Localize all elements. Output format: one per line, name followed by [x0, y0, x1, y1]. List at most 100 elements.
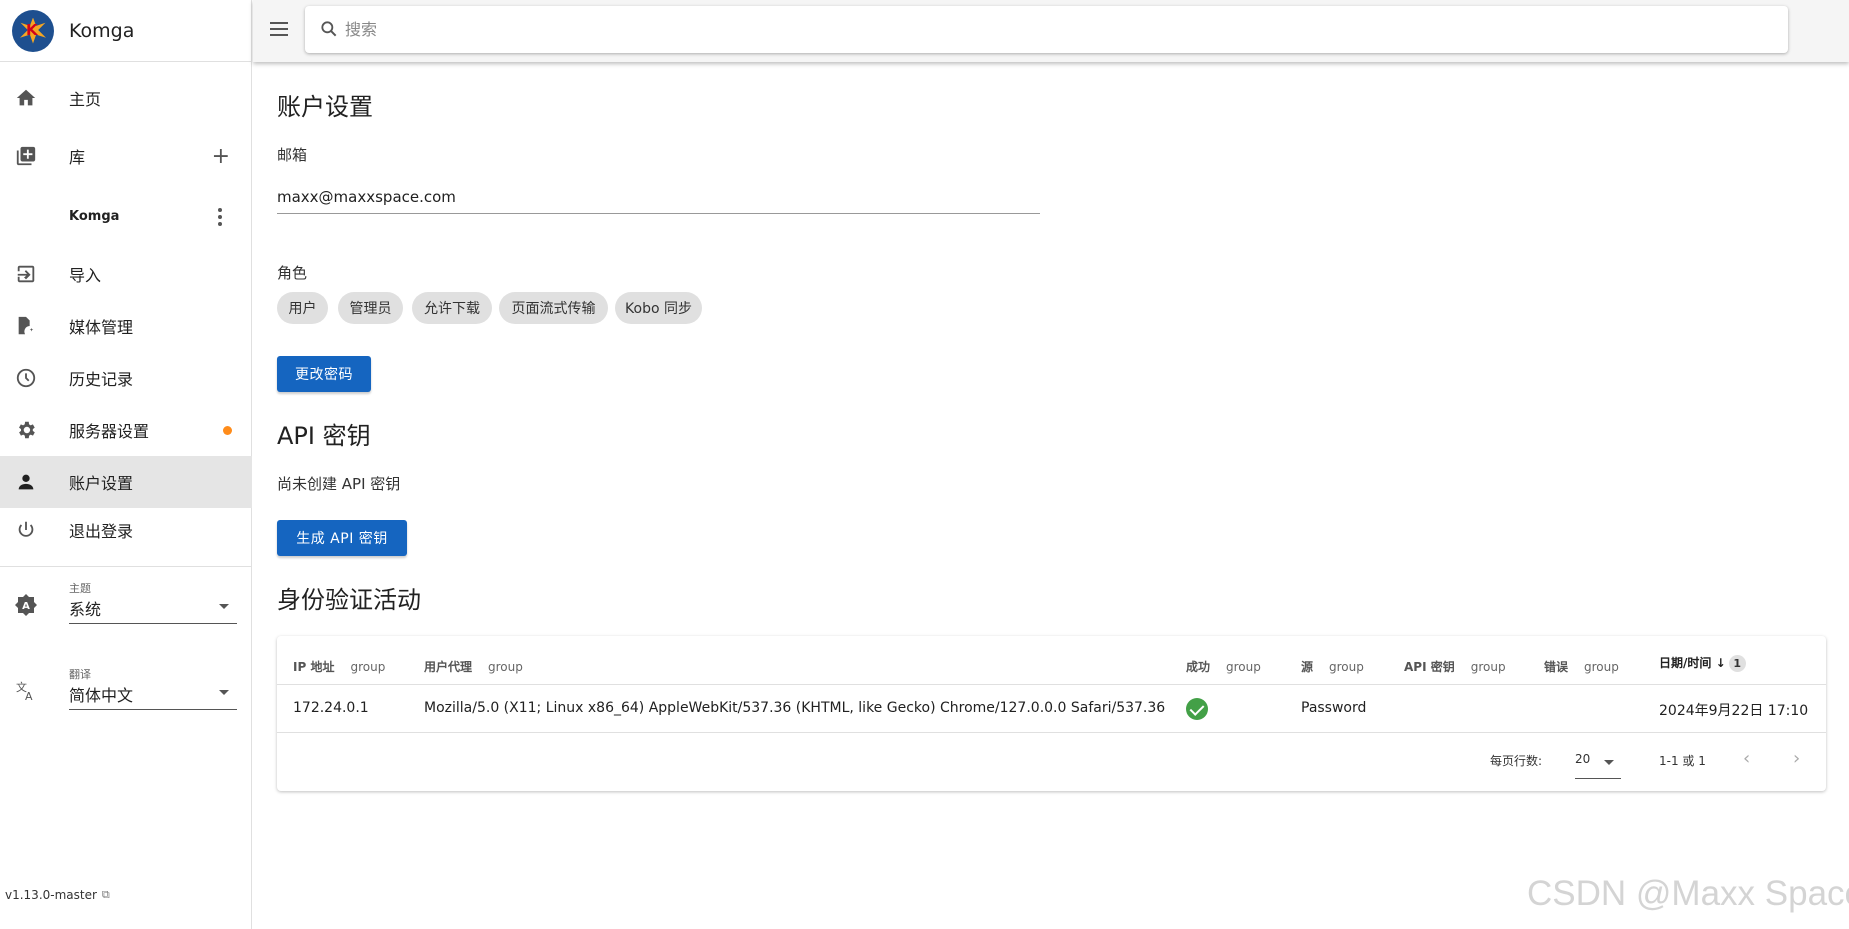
app-name: Komga [69, 19, 135, 42]
language-caption: 翻译 [69, 668, 91, 681]
cell-user-agent: Mozilla/5.0 (X11; Linux x86_64) AppleWeb… [424, 700, 1166, 716]
auth-activity-title: 身份验证活动 [277, 586, 421, 614]
version-link[interactable]: v1.13.0-master ⧉ [5, 888, 110, 902]
cell-ip: 172.24.0.1 [293, 700, 369, 716]
history-icon [13, 365, 39, 391]
sidebar-item-label: 退出登录 [69, 522, 134, 541]
theme-icon: A [13, 592, 39, 618]
app-bar [253, 0, 1849, 62]
sidebar-item-media-management[interactable]: 媒体管理 [0, 300, 252, 352]
theme-select[interactable]: A 主题 系统 [0, 580, 252, 630]
sidebar-item-label: 媒体管理 [69, 318, 134, 337]
language-value: 简体中文 [69, 686, 134, 705]
cell-datetime: 2024年9月22日 17:10 [1659, 703, 1809, 719]
group-by-link[interactable]: group [350, 660, 385, 674]
sort-order-badge: 1 [1728, 655, 1746, 672]
svg-text:A: A [25, 690, 33, 703]
language-select[interactable]: 文A 翻译 简体中文 [0, 666, 252, 716]
search-input[interactable] [345, 14, 1745, 44]
theme-caption: 主题 [69, 582, 91, 595]
search-box[interactable] [305, 6, 1788, 53]
pagination-range: 1-1 或 1 [1659, 754, 1706, 768]
version-label: v1.13.0-master [5, 888, 97, 902]
media-management-icon [13, 313, 39, 339]
select-underline [69, 709, 237, 710]
column-header-error[interactable]: 错误 group [1544, 658, 1619, 675]
column-header-api-key[interactable]: API 密钥 group [1404, 658, 1506, 675]
watermark: CSDN @Maxx Space [1527, 874, 1849, 913]
library-icon [13, 143, 39, 169]
column-header-success[interactable]: 成功 group [1186, 658, 1261, 675]
sort-arrow-icon: ↓ [1715, 656, 1726, 670]
sidebar-item-library-komga[interactable]: Komga [0, 196, 252, 236]
notification-dot [223, 425, 232, 435]
role-chip: 管理员 [338, 292, 403, 324]
chevron-down-icon [219, 604, 229, 609]
sidebar-item-label: 历史记录 [69, 370, 134, 389]
rows-per-page-label: 每页行数: [1490, 754, 1543, 768]
power-icon [13, 517, 39, 543]
theme-value: 系统 [69, 600, 102, 619]
api-keys-title: API 密钥 [277, 422, 371, 450]
translate-icon: 文A [13, 678, 39, 704]
svg-text:A: A [22, 601, 30, 612]
email-underline [277, 213, 1040, 214]
library-menu-icon[interactable] [218, 208, 222, 229]
api-keys-empty-text: 尚未创建 API 密钥 [277, 475, 401, 493]
select-underline [69, 623, 237, 624]
sidebar-item-import[interactable]: 导入 [0, 248, 252, 300]
gear-icon [13, 417, 39, 443]
next-page-button[interactable]: › [1793, 748, 1800, 769]
roles-label: 角色 [277, 264, 308, 282]
chevron-down-icon [219, 690, 229, 695]
komga-logo-icon: K [12, 9, 54, 52]
column-header-user-agent[interactable]: 用户代理 group [424, 658, 523, 675]
column-header-source[interactable]: 源 group [1301, 658, 1364, 675]
divider [277, 732, 1826, 733]
sidebar-item-server-settings[interactable]: 服务器设置 [0, 404, 252, 456]
sidebar-item-label: 主页 [69, 90, 102, 109]
external-link-icon: ⧉ [101, 888, 110, 901]
sidebar-item-label: 库 [69, 148, 86, 167]
group-by-link[interactable]: group [1584, 660, 1619, 674]
group-by-link[interactable]: group [488, 660, 523, 674]
sidebar-item-label: 导入 [69, 266, 102, 285]
group-by-link[interactable]: group [1471, 660, 1506, 674]
navigation-drawer: K Komga 主页 库 + Komga 导入 媒体管理 历史记录 服务器设置 … [0, 0, 252, 929]
sidebar-item-account-settings[interactable]: 账户设置 [0, 456, 252, 508]
cell-source: Password [1301, 700, 1367, 716]
group-by-link[interactable]: group [1329, 660, 1364, 674]
divider [0, 566, 252, 567]
sidebar-item-logout[interactable]: 退出登录 [0, 504, 252, 556]
chevron-down-icon [1604, 760, 1614, 765]
sidebar-item-history[interactable]: 历史记录 [0, 352, 252, 404]
role-chip: 允许下载 [412, 292, 492, 324]
search-icon [321, 21, 337, 37]
sidebar-item-library[interactable]: 库 + [0, 130, 252, 182]
divider [277, 684, 1826, 685]
change-password-button[interactable]: 更改密码 [277, 356, 371, 392]
role-chip: Kobo 同步 [615, 292, 702, 324]
add-library-button[interactable]: + [212, 144, 230, 169]
hamburger-menu-icon[interactable] [270, 22, 288, 40]
generate-api-key-button[interactable]: 生成 API 密钥 [277, 520, 407, 556]
import-icon [13, 261, 39, 287]
role-chip: 页面流式传输 [499, 292, 608, 324]
auth-activity-table: IP 地址 group 用户代理 group 成功 group 源 group API … [277, 636, 1826, 791]
email-field[interactable]: maxx@maxxspace.com [277, 188, 456, 206]
group-by-link[interactable]: group [1226, 660, 1261, 674]
home-icon [13, 85, 39, 111]
email-label: 邮箱 [277, 146, 308, 164]
rows-per-page-select[interactable]: 20 [1575, 752, 1590, 766]
column-header-ip[interactable]: IP 地址 group [293, 658, 385, 675]
sidebar-item-home[interactable]: 主页 [0, 72, 252, 124]
account-icon [13, 469, 39, 495]
select-underline [1575, 778, 1621, 779]
sidebar-item-label: 账户设置 [69, 474, 134, 493]
sidebar-item-label: 服务器设置 [69, 422, 150, 441]
brand[interactable]: K Komga [0, 0, 251, 62]
column-header-datetime[interactable]: 日期/时间 ↓ 1 [1659, 654, 1746, 672]
page-title: 账户设置 [277, 93, 373, 121]
success-check-icon [1186, 698, 1208, 720]
previous-page-button[interactable]: ‹ [1743, 748, 1750, 769]
